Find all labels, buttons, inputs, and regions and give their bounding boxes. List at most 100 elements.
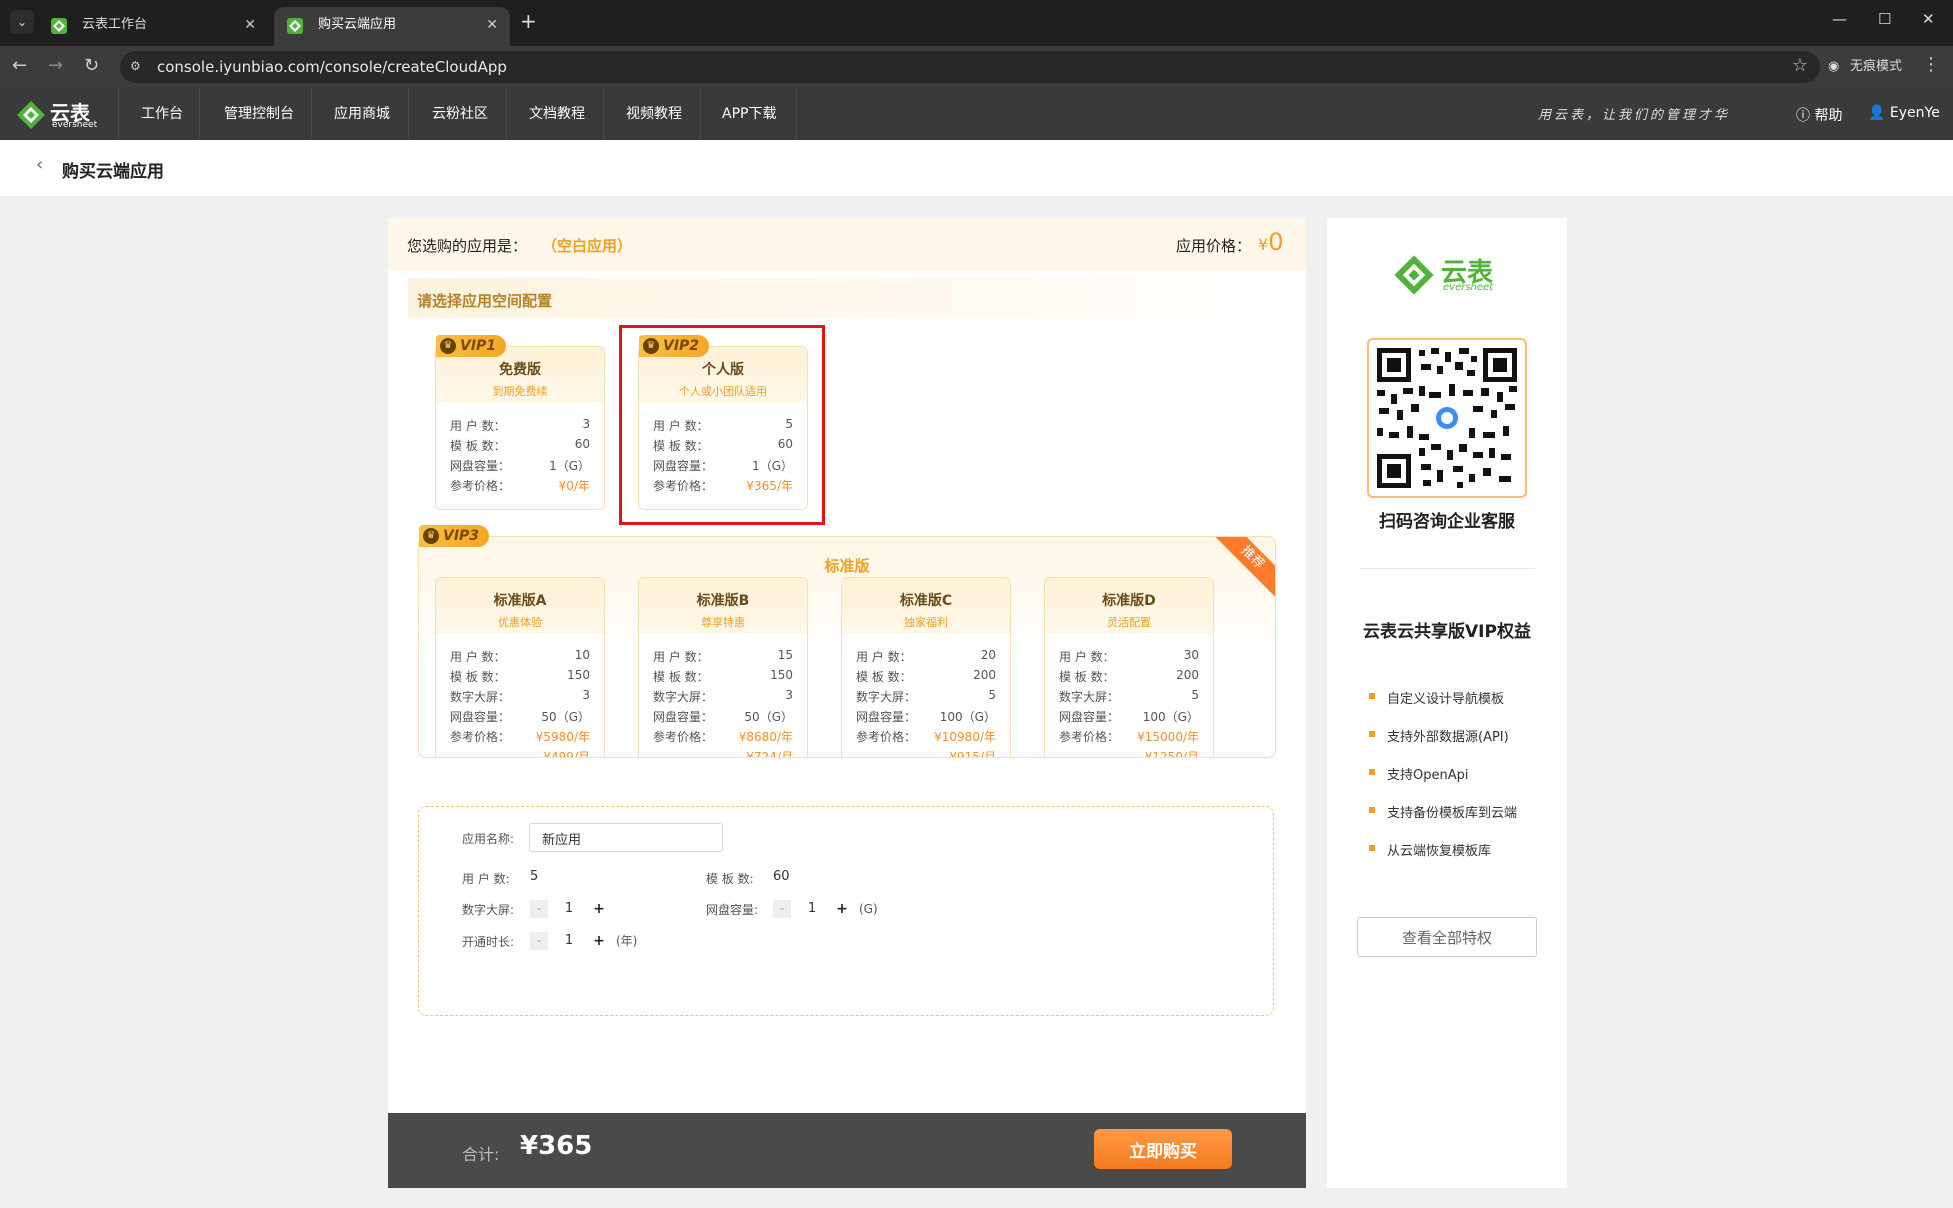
browser-tab-buy-cloud-app[interactable]: 购买云端应用 ✕ [274,7,510,46]
nav-slogan: 用云表，让我们的管理才华 [1538,108,1731,123]
close-tab-icon[interactable]: ✕ [244,7,256,43]
increment-button[interactable]: + [590,932,608,950]
spec-users: 用 户 数： 10 [450,648,590,664]
side-panel: 云表 eversheet 扫码咨询企业客服 云表云共享版VIP权益 自定义设计导… [1327,218,1567,1188]
increment-button[interactable]: + [833,900,851,918]
plan-subtitle: 尊享特惠 [701,616,745,629]
nav-item-admin-console[interactable]: 管理控制台 [224,88,294,140]
spec-templates: 模 板 数： 150 [450,668,590,684]
page-title: 购买云端应用 [62,162,164,182]
app-logo[interactable]: 云表 eversheet [16,96,106,132]
back-chevron-icon[interactable]: ‹ [36,154,43,175]
duration-unit: (年) [616,934,638,948]
spec-disk: 网盘容量： 50（G） [450,710,590,724]
nav-divider [603,88,604,140]
app-name-label: 应用名称: [462,832,515,846]
spec-price: 参考价格： ¥5980/年 [450,730,590,744]
incognito-badge[interactable]: ◉ 无痕模式 [1820,52,1912,82]
spec-price-month: ¥915/月 [949,750,996,758]
incognito-label: 无痕模式 [1850,59,1903,74]
nav-item-community[interactable]: 云粉社区 [432,88,488,140]
disk-stepper-value[interactable]: 1 [791,900,833,918]
back-arrow-icon[interactable]: ← [12,55,27,76]
site-settings-icon[interactable]: ⚙ [130,59,146,75]
duration-label: 开通时长: [462,935,515,949]
plan-card-head: 标准版D 灵活配置 [1045,578,1213,634]
browser-menu-icon[interactable]: ⋮ [1922,54,1940,75]
spec-users: 用 户 数： 15 [653,648,793,664]
side-logo: 云表 eversheet [1393,252,1503,296]
help-label: 帮助 [1814,108,1843,124]
plan-specs: 用 户 数： 3 模 板 数： 60 网盘容量： 1（G） 参考价格： ¥0/年 [450,417,590,497]
forward-arrow-icon[interactable]: → [48,55,63,76]
side-logo-subtext: eversheet [1443,282,1494,293]
spec-users: 用 户 数： 30 [1059,648,1199,664]
plan-card-vip1-free[interactable]: 免费版 到期免费续 用 户 数： 3 模 板 数： 60 网盘容量： 1（G） 参考价… [435,346,605,510]
help-icon: ⓘ [1796,108,1810,124]
app-name-input[interactable]: 新应用 [529,823,723,852]
close-window-icon[interactable]: ✕ [1922,10,1935,28]
close-tab-icon[interactable]: ✕ [486,7,498,43]
qr-caption: 扫码咨询企业客服 [1379,512,1515,532]
config-form: 应用名称: 新应用 用 户 数: 5 模 板 数: 60 数字大屏: - 1 +… [418,806,1274,1016]
reload-icon[interactable]: ↻ [84,55,99,76]
view-all-benefits-button[interactable]: 查看全部特权 [1357,917,1537,957]
increment-button[interactable]: + [590,900,608,918]
user-icon: 👤 [1868,105,1886,121]
minimize-icon[interactable]: — [1832,10,1847,28]
benefits-list: 自定义设计导航模板 支持外部数据源(API) 支持OpenApi 支持备份模板库… [1369,688,1517,878]
decrement-button[interactable]: - [530,900,548,918]
plan-card-standard-c[interactable]: 标准版C 独家福利 用 户 数： 20 模 板 数： 200 数字大屏： 5 网盘容量… [841,577,1011,758]
vip-badge-label: VIP1 [460,338,497,354]
selected-app-label: 您选购的应用是： [407,237,528,255]
tab-search-button[interactable]: ⌄ [10,10,34,34]
nav-divider [408,88,409,140]
plan-card-head: 标准版C 独家福利 [842,578,1010,634]
spec-users: 用 户 数： 3 [450,417,590,433]
plan-name: 标准版C [899,593,953,609]
screens-stepper-value[interactable]: 1 [548,900,590,918]
spec-screens: 数字大屏： 3 [653,688,793,704]
selection-highlight-box [619,325,825,525]
new-tab-icon[interactable]: + [520,9,537,33]
nav-item-workbench[interactable]: 工作台 [141,88,183,140]
spec-price: 参考价格： ¥8680/年 [653,730,793,744]
plan-card-standard-d[interactable]: 标准版D 灵活配置 用 户 数： 30 模 板 数： 200 数字大屏： 5 网盘容量… [1044,577,1214,757]
spec-templates: 模 板 数： 200 [1059,668,1199,684]
selection-bar: 您选购的应用是： （空白应用） 应用价格： ¥0 [388,218,1306,270]
nav-item-docs[interactable]: 文档教程 [529,88,585,140]
disk-label: 网盘容量: [706,903,759,917]
spec-disk: 网盘容量： 50（G） [653,710,793,724]
user-menu[interactable]: 👤 EyenYe [1868,105,1940,121]
total-value: ¥365 [520,1131,593,1161]
plan-specs: 用 户 数： 15 模 板 数： 150 数字大屏： 3 网盘容量： 50（G） 参考价… [653,648,793,757]
decrement-button[interactable]: - [773,900,791,918]
incognito-icon: ◉ [1828,59,1840,74]
vip3-standard-group: 标准版 推荐 标准版A 优惠体验 用 户 数： 10 模 板 数： 150 数字大屏… [418,536,1276,758]
plan-specs: 用 户 数： 30 模 板 数： 200 数字大屏： 5 网盘容量： 100（G） 参考… [1059,648,1199,757]
decrement-button[interactable]: - [530,932,548,950]
duration-stepper-value[interactable]: 1 [548,932,590,950]
plan-card-standard-b[interactable]: 标准版B 尊享特惠 用 户 数： 15 模 板 数： 150 数字大屏： 3 网盘容量… [638,577,808,757]
buy-now-button[interactable]: 立即购买 [1094,1129,1232,1169]
nav-item-app-download[interactable]: APP下载 [722,88,776,140]
browser-tab-workbench[interactable]: 云表工作台 ✕ [38,7,268,46]
spec-disk: 网盘容量： 1（G） [450,459,590,473]
tab-label: 云表工作台 [82,17,148,32]
nav-item-app-store[interactable]: 应用商城 [334,88,390,140]
help-link[interactable]: ⓘ 帮助 [1796,105,1842,125]
url-input[interactable]: ⚙ console.iyunbiao.com/console/createClo… [120,51,1820,83]
nav-item-videos[interactable]: 视频教程 [626,88,682,140]
vip-benefits-title: 云表云共享版VIP权益 [1363,622,1531,642]
disk-unit: (G) [859,902,878,916]
benefit-item: 支持外部数据源(API) [1369,726,1517,764]
plan-card-standard-a[interactable]: 标准版A 优惠体验 用 户 数： 10 模 板 数： 150 数字大屏： 3 网盘容量… [435,577,605,757]
nav-divider [118,88,119,140]
maximize-icon[interactable]: ☐ [1878,10,1891,28]
screens-label: 数字大屏: [462,903,515,917]
bookmark-star-icon[interactable]: ☆ [1792,55,1808,76]
plan-subtitle: 优惠体验 [498,616,542,629]
plan-specs: 用 户 数： 10 模 板 数： 150 数字大屏： 3 网盘容量： 50（G） 参考价… [450,648,590,757]
checkout-footer: 合计: ¥365 立即购买 [388,1113,1306,1188]
eversheet-logo-icon [1394,255,1434,295]
